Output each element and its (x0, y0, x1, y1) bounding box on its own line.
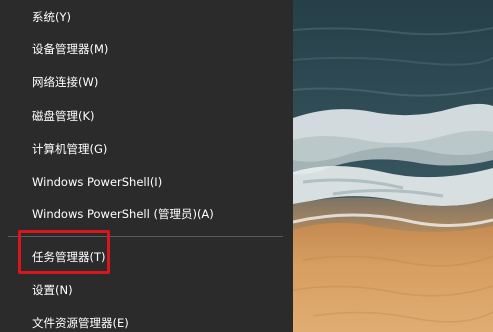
menu-item-settings[interactable]: 设置(N) (32, 282, 73, 298)
menu-item-computer-management[interactable]: 计算机管理(G) (32, 141, 107, 157)
menu-item-label: 设置(N) (32, 283, 73, 297)
winx-context-menu: 系统(Y) 设备管理器(M) 网络连接(W) 磁盘管理(K) 计算机管理(G) … (0, 0, 293, 332)
menu-item-powershell-admin[interactable]: Windows PowerShell (管理员)(A) (32, 206, 214, 222)
menu-item-label: 系统(Y) (32, 10, 71, 24)
menu-item-powershell[interactable]: Windows PowerShell(I) (32, 174, 162, 190)
menu-item-label: 磁盘管理(K) (32, 109, 95, 123)
menu-item-label: 文件资源管理器(E) (32, 316, 129, 330)
menu-item-system[interactable]: 系统(Y) (32, 9, 71, 25)
menu-item-disk-management[interactable]: 磁盘管理(K) (32, 108, 95, 124)
menu-item-task-manager[interactable]: 任务管理器(T) (32, 249, 106, 265)
menu-item-device-manager[interactable]: 设备管理器(M) (32, 41, 108, 57)
menu-item-label: Windows PowerShell (管理员)(A) (32, 207, 214, 221)
beach-wallpaper-icon (293, 0, 493, 332)
menu-item-label: 任务管理器(T) (32, 250, 106, 264)
menu-item-label: Windows PowerShell(I) (32, 175, 163, 189)
menu-divider (8, 236, 283, 237)
menu-item-label: 设备管理器(M) (32, 42, 109, 56)
menu-item-label: 网络连接(W) (32, 75, 99, 89)
menu-item-label: 计算机管理(G) (32, 142, 108, 156)
menu-item-network-connections[interactable]: 网络连接(W) (32, 74, 98, 90)
desktop-wallpaper (293, 0, 493, 332)
menu-item-file-explorer[interactable]: 文件资源管理器(E) (32, 315, 129, 331)
